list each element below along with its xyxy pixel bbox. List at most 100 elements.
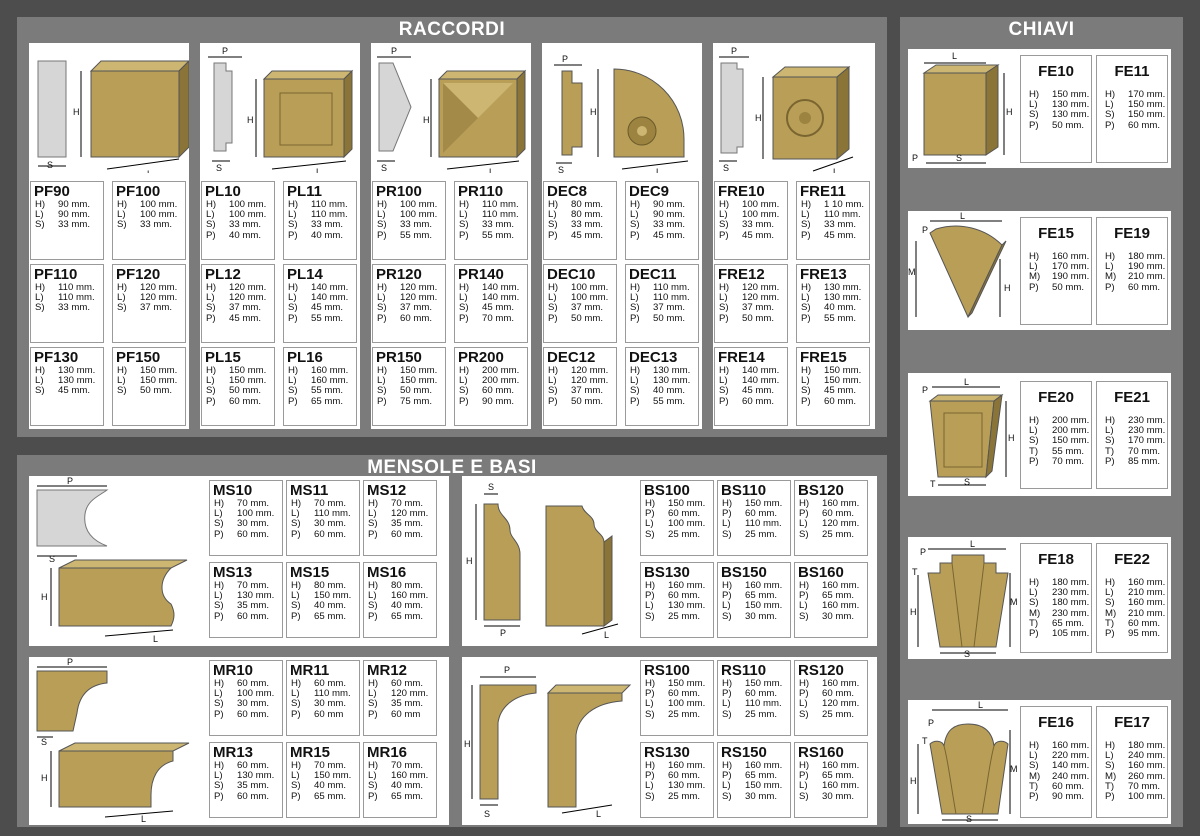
spec-key: S) — [35, 219, 45, 231]
spec-row: P) 60 mm. — [287, 529, 359, 540]
spec-row: P) 65 mm. — [364, 610, 436, 622]
dec-illustration: P S H L — [554, 54, 689, 173]
fe18-p-label: P — [920, 547, 926, 557]
product-card-pf110: PF110 H) 110 mm. L) 110 mm. S) 33 mm. — [30, 264, 104, 343]
fe20-t-label: T — [930, 479, 936, 489]
fe20-s-label: S — [964, 477, 970, 487]
product-code: PR140 — [458, 266, 504, 283]
product-code: DEC12 — [547, 349, 596, 366]
product-card-fe18: FE18 H) 180 mm. L) 230 mm. S) 180 mm. M) 230 mm.… — [1020, 543, 1092, 653]
fre-l-label: L — [833, 167, 838, 173]
spec-key: P) — [1105, 791, 1115, 803]
product-code: RS130 — [644, 744, 690, 761]
spec-key: S) — [799, 610, 809, 622]
spec-row: P) 70 mm. — [455, 312, 527, 324]
spec-value: 50 mm. — [1052, 119, 1084, 131]
pr-p-label: P — [391, 46, 397, 56]
product-card-dec10: DEC10 H) 100 mm. L) 100 mm. S) 37 mm. P) 50 mm. — [543, 264, 617, 343]
spec-row: P) 65 mm. — [287, 610, 359, 622]
product-card-fe17: FE17 H) 180 mm. L) 240 mm. S) 160 mm. M) 260 mm.… — [1096, 706, 1168, 818]
product-card-pf90: PF90 H) 90 mm. L) 90 mm. S) 33 mm. — [30, 181, 104, 260]
fre-p-label: P — [731, 46, 737, 56]
dec-s-label: S — [558, 165, 564, 173]
product-card-ms15: MS15 H) 80 mm. L) 150 mm. S) 40 mm. P) 65 mm. — [286, 562, 360, 638]
spec-row: P) 100 mm. — [1097, 791, 1167, 803]
spec-value: 45 mm. — [58, 385, 90, 397]
spec-value: 25 mm. — [822, 528, 854, 540]
spec-key: S) — [722, 790, 732, 802]
spec-value: 60 mm. — [400, 312, 432, 324]
product-card-ms16: MS16 H) 80 mm. L) 160 mm. S) 40 mm. P) 65 mm. — [363, 562, 437, 638]
fre-h-label: H — [755, 113, 762, 123]
product-code: PL10 — [205, 183, 241, 200]
product-code: FE19 — [1114, 225, 1150, 242]
product-card-dec9: DEC9 H) 90 mm. L) 90 mm. S) 33 mm. P) 45 mm. — [625, 181, 699, 260]
spec-key: P) — [801, 395, 811, 407]
spec-row: P) 60 mm — [287, 708, 359, 720]
spec-row: P) 85 mm. — [1097, 455, 1167, 467]
fe15-h-label: H — [1004, 283, 1011, 293]
spec-value: 30 mm. — [745, 790, 777, 802]
spec-key: P) — [548, 395, 558, 407]
product-code: FE21 — [1114, 389, 1150, 406]
spec-value: 25 mm. — [822, 708, 854, 720]
spec-row: P) 60 mm — [364, 709, 436, 720]
product-code: BS150 — [721, 564, 767, 581]
product-code: PR100 — [376, 183, 422, 200]
spec-key: P) — [214, 528, 224, 540]
spec-row: P) 60 mm. — [210, 528, 282, 540]
spec-row: P) 55 mm. — [284, 312, 356, 324]
spec-row: P) 90 mm. — [1021, 791, 1091, 802]
product-card-fre12: FRE12 H) 120 mm. L) 120 mm. S) 37 mm. P) 50 mm. — [714, 264, 788, 343]
spec-key: P) — [291, 610, 301, 622]
spec-value: 65 mm. — [314, 790, 346, 802]
spec-row: S) 45 mm. — [31, 386, 103, 396]
spec-value: 60 mm. — [742, 395, 774, 407]
product-card-mr16: MR16 H) 70 mm. L) 160 mm. S) 40 mm. P) 65 mm. — [363, 742, 437, 818]
product-card-pf100: PF100 H) 100 mm. L) 100 mm. S) 33 mm. — [112, 181, 186, 260]
fe15-illustration: L M H P — [908, 211, 1011, 319]
spec-value: 25 mm. — [668, 528, 700, 540]
spec-row: S) 25 mm. — [641, 791, 713, 802]
product-code: MS13 — [213, 564, 253, 581]
spec-value: 60 mm — [314, 708, 344, 720]
product-code: BS160 — [798, 564, 844, 581]
spec-value: 65 mm. — [391, 610, 423, 622]
spec-key: P) — [214, 708, 224, 720]
product-code: FE11 — [1114, 63, 1150, 80]
product-card-bs130: BS130 H) 160 mm. P) 60 mm. L) 130 mm. S) 25 mm. — [640, 562, 714, 638]
product-card-rs100: RS100 H) 150 mm. P) 60 mm. L) 100 mm. S) 25 mm. — [640, 660, 714, 736]
product-code: DEC13 — [629, 349, 678, 366]
spec-key: P) — [377, 229, 387, 241]
product-code: DEC11 — [629, 266, 677, 283]
spec-value: 40 mm. — [311, 229, 343, 241]
product-code: DEC8 — [547, 183, 588, 200]
product-code: PF110 — [34, 266, 78, 283]
spec-value: 40 mm. — [229, 229, 261, 241]
spec-value: 70 mm. — [482, 312, 514, 324]
ms-p-label: P — [67, 476, 73, 486]
mr-illustration: P S H L — [36, 657, 190, 824]
spec-row: P) 50 mm. — [1021, 119, 1091, 131]
spec-row: S) 30 mm. — [718, 610, 790, 622]
spec-value: 50 mm. — [742, 312, 774, 324]
spec-key: P) — [288, 312, 298, 324]
spec-value: 60 mm. — [1128, 281, 1160, 293]
spec-value: 90 mm. — [482, 395, 514, 407]
spec-value: 30 mm. — [745, 610, 777, 622]
spec-row: S) 25 mm. — [718, 529, 790, 540]
fe18-h-label: H — [910, 607, 917, 617]
product-code: FRE15 — [800, 349, 847, 366]
product-card-fre13: FRE13 H) 130 mm. L) 130 mm. S) 40 mm. P) 55 mm. — [796, 264, 870, 343]
product-code: MS12 — [367, 482, 407, 499]
spec-value: 70 mm. — [1052, 455, 1084, 467]
fe20-l-label: L — [964, 377, 969, 387]
spec-value: 30 mm. — [822, 790, 854, 802]
fe20-illustration: L H S P T — [922, 377, 1015, 489]
spec-value: 85 mm. — [1128, 455, 1160, 467]
spec-value: 65 mm. — [391, 790, 423, 802]
pf-l-label: L — [147, 169, 152, 173]
spec-row: S) 25 mm. — [641, 528, 713, 540]
spec-value: 55 mm. — [400, 229, 432, 241]
spec-value: 60 mm. — [237, 790, 269, 802]
